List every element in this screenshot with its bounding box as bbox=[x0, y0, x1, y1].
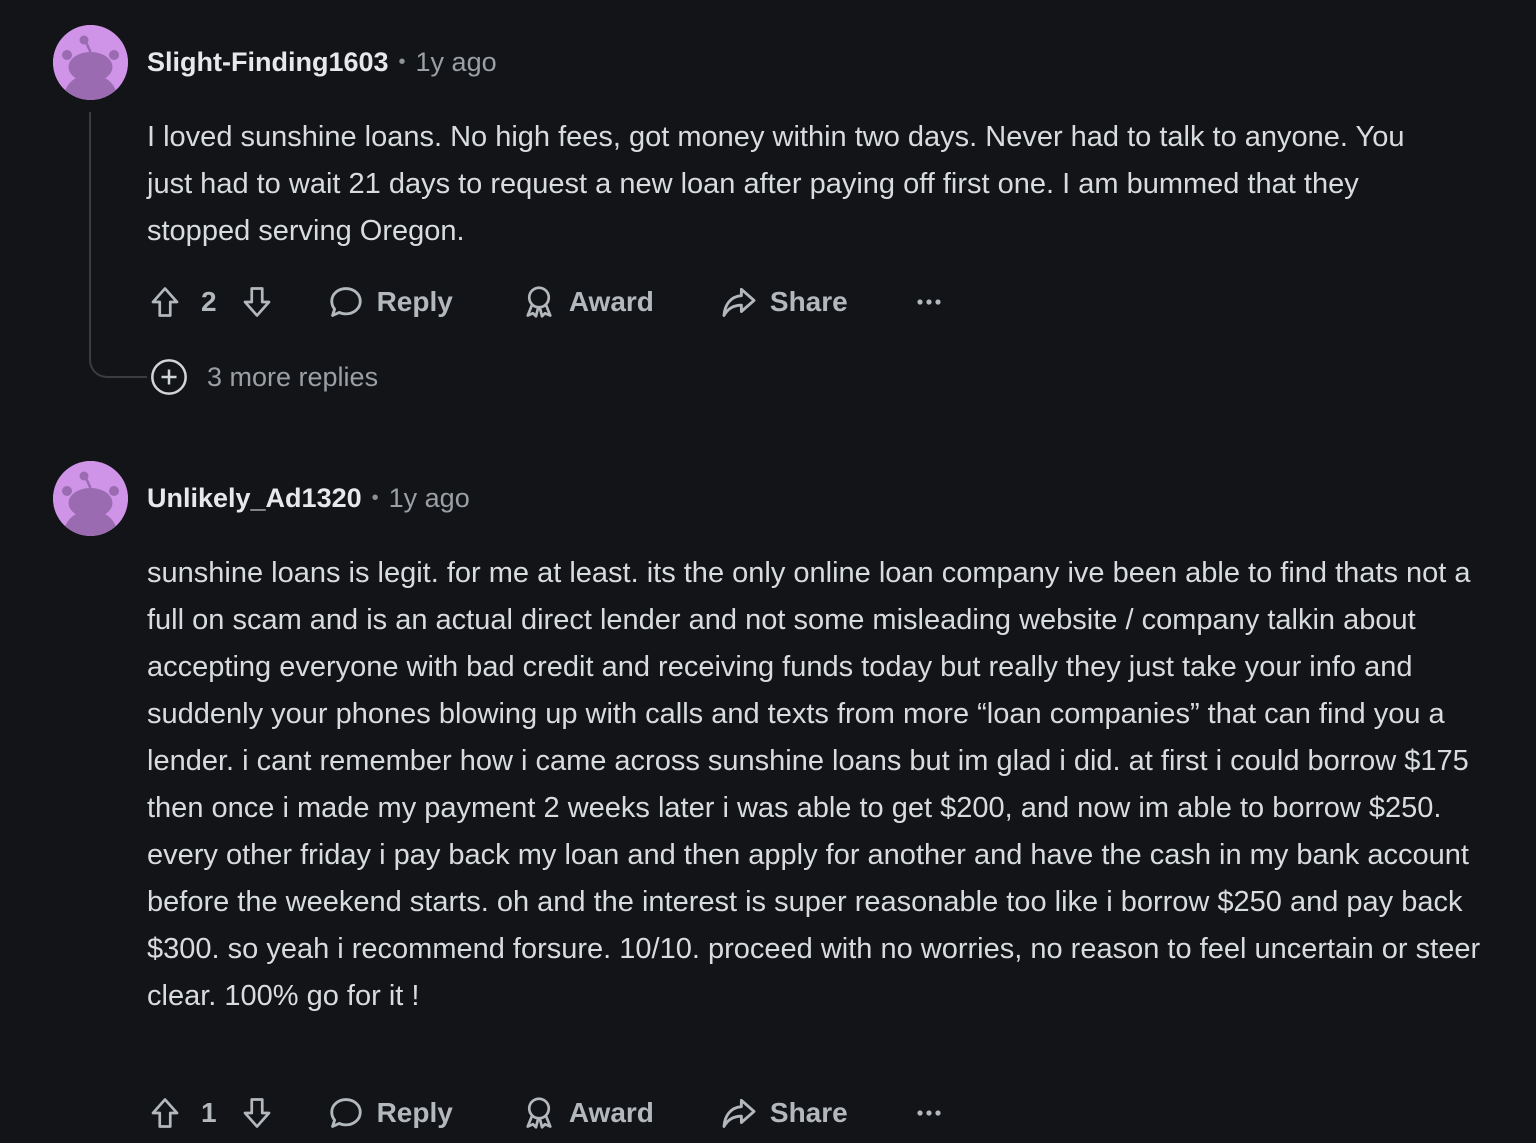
upvote-arrow-icon bbox=[151, 287, 179, 317]
downvote-arrow-icon bbox=[243, 1098, 270, 1128]
username[interactable]: Slight-Finding1603 bbox=[147, 47, 389, 78]
thread-connector bbox=[89, 348, 147, 378]
ellipsis-icon bbox=[917, 1110, 941, 1116]
comment-thread: Slight-Finding1603 • 1y ago I loved suns… bbox=[0, 0, 1536, 1143]
comment-body: I loved sunshine loans. No high fees, go… bbox=[147, 121, 1405, 247]
reply-label: Reply bbox=[376, 286, 453, 317]
award-ribbon-icon bbox=[526, 286, 552, 318]
thread-line[interactable] bbox=[89, 112, 91, 352]
award-label: Award bbox=[568, 1097, 654, 1128]
more-replies-label: 3 more replies bbox=[207, 361, 379, 392]
vote-count: 2 bbox=[201, 286, 217, 317]
comment-actions: 1 Reply Award Share bbox=[147, 1091, 942, 1135]
speech-bubble-icon bbox=[329, 1098, 362, 1128]
share-label: Share bbox=[769, 286, 848, 317]
share-button[interactable]: Share bbox=[720, 283, 848, 321]
downvote-arrow-icon bbox=[243, 287, 270, 317]
more-options-button[interactable] bbox=[916, 297, 942, 307]
comment-meta: Unlikely_Ad1320 • 1y ago bbox=[147, 480, 470, 516]
username[interactable]: Unlikely_Ad1320 bbox=[147, 483, 362, 514]
award-label: Award bbox=[568, 286, 654, 317]
vote-count: 1 bbox=[201, 1097, 217, 1128]
share-button[interactable]: Share bbox=[720, 1094, 848, 1132]
plus-circle-icon bbox=[151, 359, 187, 395]
downvote-button[interactable] bbox=[239, 1095, 275, 1131]
comment-body: sunshine loans is legit. for me at least… bbox=[147, 557, 1481, 1012]
award-button[interactable]: Award bbox=[521, 1095, 654, 1131]
award-button[interactable]: Award bbox=[521, 284, 654, 320]
upvote-button[interactable] bbox=[147, 284, 183, 320]
snoo-avatar-icon bbox=[53, 461, 128, 536]
avatar[interactable] bbox=[53, 25, 128, 100]
share-label: Share bbox=[769, 1097, 848, 1128]
snoo-avatar-icon bbox=[53, 25, 128, 100]
speech-bubble-icon bbox=[329, 287, 362, 317]
share-arrow-icon bbox=[722, 287, 756, 317]
downvote-button[interactable] bbox=[239, 284, 275, 320]
timestamp[interactable]: 1y ago bbox=[389, 483, 470, 514]
reply-label: Reply bbox=[376, 1097, 453, 1128]
comment-meta: Slight-Finding1603 • 1y ago bbox=[147, 44, 497, 80]
upvote-button[interactable] bbox=[147, 1095, 183, 1131]
meta-separator: • bbox=[398, 50, 406, 73]
reply-button[interactable]: Reply bbox=[327, 283, 453, 321]
comment-actions: 2 Reply Award Share bbox=[147, 280, 942, 324]
avatar[interactable] bbox=[53, 461, 128, 536]
award-ribbon-icon bbox=[526, 1097, 552, 1129]
more-options-button[interactable] bbox=[916, 1108, 942, 1118]
meta-separator: • bbox=[371, 486, 379, 509]
more-replies-button[interactable]: 3 more replies bbox=[149, 358, 378, 396]
ellipsis-icon bbox=[917, 299, 941, 305]
timestamp[interactable]: 1y ago bbox=[416, 47, 497, 78]
share-arrow-icon bbox=[722, 1098, 756, 1128]
upvote-arrow-icon bbox=[151, 1098, 179, 1128]
reply-button[interactable]: Reply bbox=[327, 1094, 453, 1132]
